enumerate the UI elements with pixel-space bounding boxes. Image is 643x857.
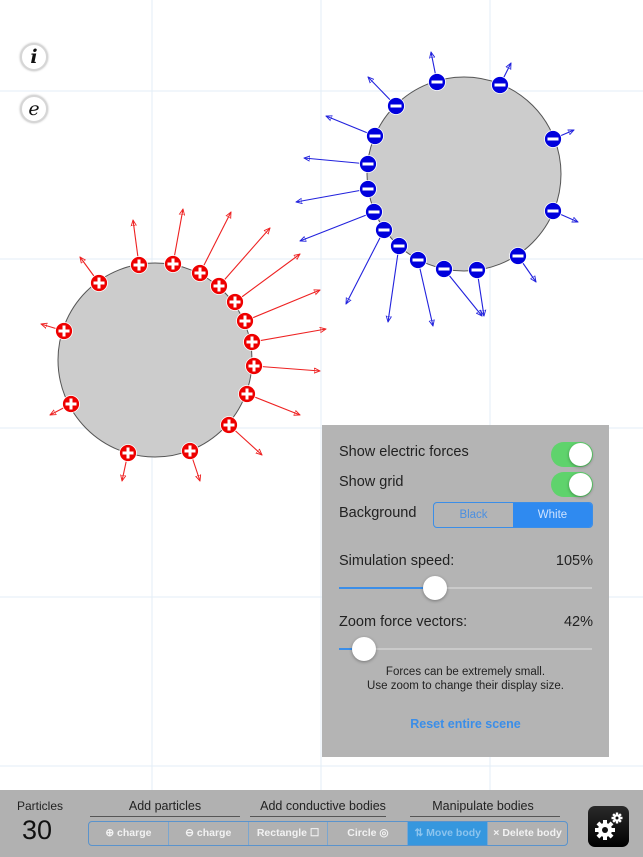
force-vector — [253, 365, 320, 371]
gear-icon — [595, 812, 623, 840]
positive-charge[interactable] — [55, 322, 73, 340]
group-label-add-particles: Add particles — [128, 799, 202, 813]
negative-charge[interactable] — [409, 251, 427, 269]
toggle-knob — [569, 473, 592, 496]
negative-charge[interactable] — [366, 127, 384, 145]
zoom-slider[interactable] — [339, 637, 592, 661]
force-vector — [234, 254, 300, 303]
negative-charge[interactable] — [435, 260, 453, 278]
force-vector — [346, 229, 385, 304]
positive-charge[interactable] — [130, 256, 148, 274]
negative-charge[interactable] — [359, 155, 377, 173]
force-vector — [296, 188, 369, 202]
add-negative-charge-button[interactable]: ⊖ charge — [169, 822, 249, 845]
negative-charge[interactable] — [544, 130, 562, 148]
background-option-black[interactable]: Black — [434, 503, 513, 527]
particles-label: Particles — [17, 799, 64, 813]
negative-charge[interactable] — [428, 73, 446, 91]
positive-charge[interactable] — [236, 312, 254, 330]
positive-charge[interactable] — [119, 444, 137, 462]
move-body-button[interactable]: ⇅ Move body — [408, 822, 489, 845]
group-divider — [90, 816, 240, 817]
force-vector — [417, 259, 433, 326]
force-vector — [300, 211, 375, 241]
equations-button[interactable]: e — [20, 95, 48, 123]
show-grid-label: Show grid — [339, 474, 404, 490]
zoom-label: Zoom force vectors: — [339, 614, 468, 630]
positive-charge[interactable] — [238, 385, 256, 403]
group-label-add-bodies: Add conductive bodies — [260, 799, 386, 813]
slider-thumb[interactable] — [352, 637, 377, 661]
add-circle-button[interactable]: Circle ◎ — [328, 822, 409, 845]
speed-slider[interactable] — [339, 576, 592, 600]
negative-charge[interactable] — [509, 247, 527, 265]
negative-charge[interactable] — [365, 203, 383, 221]
background-option-white[interactable]: White — [513, 503, 592, 527]
settings-panel: Show electric forces Show grid Backgroun… — [322, 425, 609, 757]
background-label: Background — [339, 505, 417, 521]
group-divider — [410, 816, 560, 817]
positive-charge[interactable] — [62, 395, 80, 413]
positive-charge[interactable] — [90, 274, 108, 292]
negative-charge[interactable] — [387, 97, 405, 115]
toggle-knob — [569, 443, 592, 466]
slider-fill — [339, 587, 436, 589]
reset-scene-button[interactable]: Reset entire scene — [322, 717, 609, 731]
bottom-toolbar: Particles 30 Add particles Add conductiv… — [0, 790, 643, 857]
forces-note-line1: Forces can be extremely small. — [385, 666, 546, 678]
show-forces-label: Show electric forces — [339, 444, 469, 460]
force-vector — [199, 212, 231, 274]
info-button[interactable]: i — [20, 43, 48, 71]
add-positive-charge-button[interactable]: ⊕ charge — [89, 822, 169, 845]
positive-charge[interactable] — [181, 442, 199, 460]
negative-charge[interactable] — [375, 221, 393, 239]
add-rectangle-button[interactable]: Rectangle ☐ — [249, 822, 329, 845]
slider-track — [339, 648, 592, 650]
show-forces-toggle[interactable] — [551, 442, 593, 467]
positive-charge[interactable] — [164, 255, 182, 273]
slider-thumb[interactable] — [423, 576, 448, 600]
group-divider — [250, 816, 386, 817]
settings-button[interactable] — [588, 806, 629, 847]
force-vector — [304, 158, 369, 165]
negative-charge[interactable] — [544, 202, 562, 220]
delete-body-button[interactable]: × Delete body — [488, 822, 567, 845]
negative-charge[interactable] — [468, 261, 486, 279]
show-grid-toggle[interactable] — [551, 472, 593, 497]
forces-note-line2: Use zoom to change their display size. — [367, 680, 564, 692]
positive-charge[interactable] — [210, 277, 228, 295]
positive-charge[interactable] — [220, 416, 238, 434]
negative-charge[interactable] — [390, 237, 408, 255]
zoom-value: 42% — [563, 614, 593, 630]
force-vector — [251, 329, 326, 343]
force-vector — [218, 228, 270, 287]
force-vector — [388, 245, 400, 322]
positive-charge[interactable] — [243, 333, 261, 351]
positive-charge[interactable] — [226, 293, 244, 311]
positive-charge[interactable] — [245, 357, 263, 375]
particles-count: 30 — [22, 815, 53, 845]
speed-label: Simulation speed: — [339, 553, 455, 569]
group-label-manipulate: Manipulate bodies — [432, 799, 534, 813]
negative-charge[interactable] — [359, 180, 377, 198]
tool-segmented-control: ⊕ charge ⊖ charge Rectangle ☐ Circle ◎ ⇅… — [88, 821, 568, 846]
speed-value: 105% — [555, 553, 593, 569]
background-segmented-control: Black White — [433, 502, 593, 528]
negative-charge[interactable] — [491, 76, 509, 94]
positive-charge[interactable] — [191, 264, 209, 282]
force-vector — [244, 290, 320, 322]
